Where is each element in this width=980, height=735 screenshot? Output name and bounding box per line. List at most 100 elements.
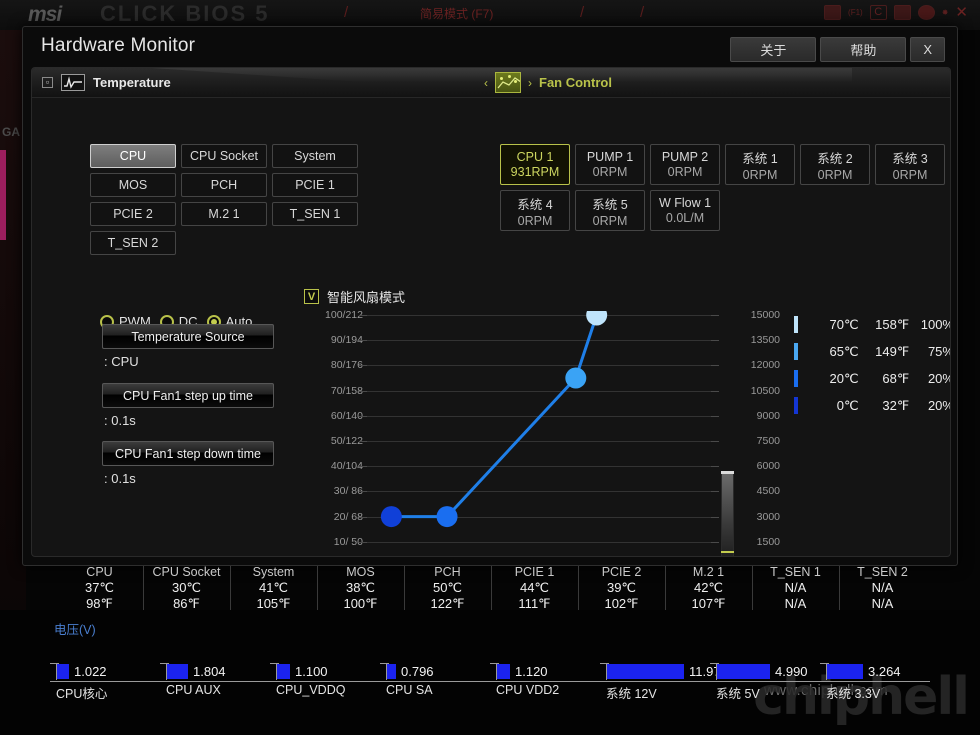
- temperature-readout-cell: T_SEN 2 N/A N/A: [839, 564, 926, 612]
- alert-icon[interactable]: [917, 4, 935, 20]
- icon-caption: (F1): [848, 7, 863, 17]
- sensor-fahrenheit: 98℉: [86, 596, 113, 611]
- language-icon[interactable]: [824, 4, 842, 20]
- fan-tab-cpu-1[interactable]: CPU 1 931RPM: [500, 144, 570, 185]
- fan-tab-system-2[interactable]: 系统 2 0RPM: [800, 144, 870, 185]
- fan-tab-system-5[interactable]: 系统 5 0RPM: [575, 190, 645, 231]
- tab-cpu-socket[interactable]: CPU Socket: [181, 144, 267, 168]
- voltage-value: 1.022: [74, 664, 107, 679]
- voltage-readout-strip: 1.022 CPU核心 1.804 CPU AUX 1.100 CPU_VDDQ 0.796…: [50, 660, 930, 701]
- fan-curve-point[interactable]: [380, 506, 402, 528]
- fan-tab-name: W Flow 1: [658, 196, 712, 210]
- fan-tab-value: 0RPM: [817, 167, 853, 182]
- sensor-celsius: 38℃: [345, 580, 376, 595]
- checkbox-check-icon: V: [304, 289, 319, 304]
- step-down-time-field: CPU Fan1 step down time : 0.1s: [102, 441, 274, 486]
- legend-color-swatch: [794, 370, 798, 387]
- tab-pch[interactable]: PCH: [181, 173, 267, 197]
- sensor-fahrenheit: 122℉: [430, 596, 465, 611]
- temperature-readout-cell: CPU 37℃ 98℉: [56, 564, 143, 612]
- tab-pcie-1[interactable]: PCIE 1: [272, 173, 358, 197]
- sensor-celsius: N/A: [784, 580, 807, 595]
- voltage-bar-fill: [717, 664, 770, 679]
- help-button[interactable]: 帮助: [820, 37, 907, 62]
- fan-curve-point[interactable]: [565, 367, 587, 389]
- tab-mos[interactable]: MOS: [90, 173, 176, 197]
- fan-tab-group: CPU 1 931RPM PUMP 1 0RPM PUMP 2 0RPM 系统 …: [500, 144, 950, 231]
- legend-temp-f: 68℉: [882, 370, 910, 386]
- temperature-source-button[interactable]: Temperature Source: [102, 324, 274, 349]
- section-title-temperature: Temperature: [93, 75, 171, 90]
- sensor-fahrenheit: N/A: [784, 596, 807, 611]
- voltage-value: 4.990: [775, 664, 808, 679]
- voltage-value: 1.100: [295, 664, 328, 679]
- legend-color-swatch: [794, 397, 798, 414]
- temperature-readout-cell: MOS 38℃ 100℉: [317, 564, 404, 612]
- fan-tab-value: 0RPM: [892, 167, 928, 182]
- sensor-name: System: [252, 565, 295, 579]
- tab-t-sen-2[interactable]: T_SEN 2: [90, 231, 176, 255]
- fan-tab-pump-2[interactable]: PUMP 2 0RPM: [650, 144, 720, 185]
- sensor-name: PCIE 1: [514, 565, 555, 579]
- voltage-bar-fill: [387, 664, 396, 679]
- monitor-panel: ▫ Temperature ‹ › Fan Control CPU CPU So…: [31, 67, 951, 557]
- fan-tab-value: 931RPM: [510, 165, 560, 179]
- fan-tab-w-flow-1[interactable]: W Flow 1 0.0L/M: [650, 190, 720, 231]
- rpm-current-marker: [721, 551, 734, 554]
- expander-icon[interactable]: ▫: [42, 77, 53, 88]
- fan-tab-name: 系统 5: [592, 197, 628, 212]
- ez-mode-label[interactable]: 简易模式 (F7): [420, 5, 493, 22]
- voltage-bar-fill: [497, 664, 510, 679]
- fan-tab-system-4[interactable]: 系统 4 0RPM: [500, 190, 570, 231]
- bios-accent-bar: [0, 150, 6, 240]
- legend-temp-c: 20℃: [829, 370, 859, 386]
- screenshot-icon[interactable]: [893, 4, 911, 20]
- temperature-source-value: : CPU: [104, 354, 139, 369]
- tab-cpu[interactable]: CPU: [90, 144, 176, 168]
- step-down-time-value: : 0.1s: [104, 471, 136, 486]
- search-icon[interactable]: C: [869, 4, 887, 20]
- sensor-celsius: 41℃: [258, 580, 289, 595]
- decor-slash-3: /: [640, 4, 645, 21]
- tab-system[interactable]: System: [272, 144, 358, 168]
- step-down-time-button[interactable]: CPU Fan1 step down time: [102, 441, 274, 466]
- next-arrow-icon[interactable]: ›: [528, 76, 532, 90]
- fan-curve-line: [380, 311, 608, 528]
- legend-row: 20℃ 68℉ 20%: [794, 365, 950, 392]
- temperature-section-header: ▫ Temperature: [42, 74, 171, 91]
- fan-tab-system-3[interactable]: 系统 3 0RPM: [875, 144, 945, 185]
- fan-tab-name: CPU 1: [516, 150, 554, 164]
- step-up-time-button[interactable]: CPU Fan1 step up time: [102, 383, 274, 408]
- bios-toolbar-icons: (F1) C ✸ ✕: [824, 3, 968, 21]
- prev-arrow-icon[interactable]: ‹: [484, 76, 488, 90]
- about-button[interactable]: 关于: [730, 37, 817, 62]
- smart-fan-mode-checkbox[interactable]: V 智能风扇模式: [304, 287, 405, 306]
- legend-row: 0℃ 32℉ 20%: [794, 392, 950, 419]
- fan-curve-chart[interactable]: 100/212 15000 90/194 13500 80/176 12000 70/158…: [297, 309, 787, 556]
- fan-tab-pump-1[interactable]: PUMP 1 0RPM: [575, 144, 645, 185]
- voltage-bar-fill: [607, 664, 684, 679]
- tab-pcie-2[interactable]: PCIE 2: [90, 202, 176, 226]
- sensor-fahrenheit: 105℉: [256, 596, 291, 611]
- voltage-rail-name: CPU VDD2: [496, 683, 560, 697]
- voltage-baseline: [490, 681, 600, 682]
- bios-close-icon[interactable]: ✕: [955, 3, 968, 21]
- step-up-time-field: CPU Fan1 step up time : 0.1s: [102, 383, 274, 428]
- voltage-section-title: 电压(V): [54, 623, 96, 637]
- fan-curve-point[interactable]: [436, 506, 458, 528]
- legend-temp-f: 158℉: [875, 316, 910, 332]
- fan-tab-system-1[interactable]: 系统 1 0RPM: [725, 144, 795, 185]
- tab-t-sen-1[interactable]: T_SEN 1: [272, 202, 358, 226]
- sensor-name: MOS: [346, 565, 375, 579]
- bios-left-tag: GA: [2, 125, 20, 139]
- fan-curve-point[interactable]: [586, 311, 608, 326]
- fan-curve-legend: 70℃ 158℉ 100% 65℃ 149℉ 75% 20℃ 68℉ 20% 0…: [794, 311, 950, 419]
- tab-m2-1[interactable]: M.2 1: [181, 202, 267, 226]
- sensor-name: T_SEN 2: [857, 565, 908, 579]
- decor-slash-2: /: [580, 4, 585, 21]
- close-button[interactable]: X: [910, 37, 945, 62]
- voltage-readout-cell: 1.804 CPU AUX: [160, 660, 270, 700]
- fan-tab-value: 0RPM: [517, 213, 553, 228]
- fan-tab-name: 系统 3: [892, 151, 928, 166]
- legend-duty: 20%: [927, 398, 950, 413]
